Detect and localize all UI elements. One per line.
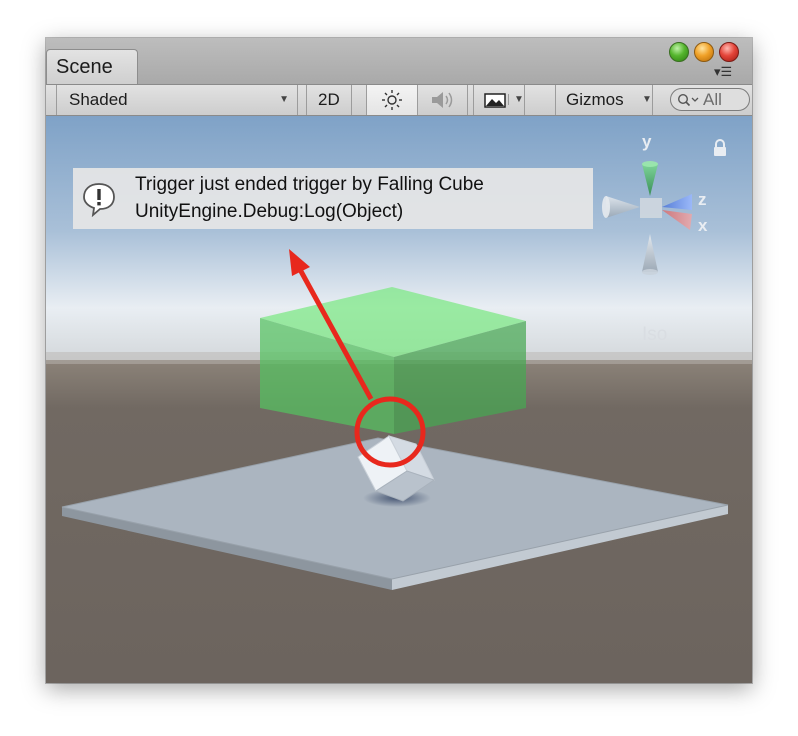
effects-toggle-button[interactable]: ▼ (473, 85, 525, 115)
gizmos-label: Gizmos (566, 90, 624, 109)
gizmo-axis-x-label: x (698, 216, 708, 235)
panel-menu-icon[interactable]: ▾☰ (714, 64, 732, 80)
2d-toggle-button[interactable]: 2D (306, 85, 352, 115)
console-message-text: Trigger just ended trigger by Falling Cu… (135, 174, 484, 195)
lighting-toggle-button[interactable] (366, 85, 418, 115)
gizmo-axis-y-label: y (642, 132, 652, 151)
close-button[interactable] (719, 42, 739, 62)
tab-scene[interactable]: Scene (46, 49, 138, 84)
gizmos-dropdown-arrow-icon: ▼ (642, 94, 652, 105)
scene-viewport[interactable]: Trigger just ended trigger by Falling Cu… (46, 116, 752, 683)
speaker-icon (432, 92, 453, 108)
shading-mode-dropdown[interactable]: Shaded ▼ (56, 85, 298, 115)
2d-toggle-label: 2D (318, 90, 340, 109)
audio-toggle-button[interactable] (418, 85, 468, 115)
scene-toolbar: Shaded ▼ 2D ▼ Gizmos ▼ All (46, 84, 752, 116)
image-effects-icon (484, 93, 506, 108)
scene-window: Scene ▾☰ Shaded ▼ 2D ▼ Gizmos ▼ All Trig… (46, 38, 752, 683)
dropdown-arrow-icon: ▼ (279, 94, 289, 105)
axis-gizmo-icon (602, 161, 692, 275)
search-placeholder: All (703, 90, 722, 109)
sun-icon (382, 90, 402, 110)
lock-icon[interactable] (712, 139, 728, 157)
shading-mode-label: Shaded (69, 90, 128, 109)
search-icon (677, 93, 699, 107)
tab-scene-label: Scene (56, 56, 113, 78)
tab-bar: Scene ▾☰ (46, 38, 752, 84)
console-message-popup[interactable]: Trigger just ended trigger by Falling Cu… (73, 168, 593, 229)
gizmos-dropdown[interactable]: Gizmos ▼ (555, 85, 653, 115)
warning-bubble-icon (83, 183, 115, 217)
effects-dropdown-arrow-icon[interactable]: ▼ (508, 94, 524, 105)
zoom-button[interactable] (669, 42, 689, 62)
scene-search-field[interactable]: All (670, 88, 750, 111)
console-stacktrace-text: UnityEngine.Debug:Log(Object) (135, 201, 404, 222)
orientation-gizmo[interactable]: y z x Iso (596, 132, 708, 345)
minimize-button[interactable] (694, 42, 714, 62)
projection-mode-label[interactable]: Iso (642, 324, 667, 346)
gizmo-axis-z-label: z (698, 190, 707, 209)
